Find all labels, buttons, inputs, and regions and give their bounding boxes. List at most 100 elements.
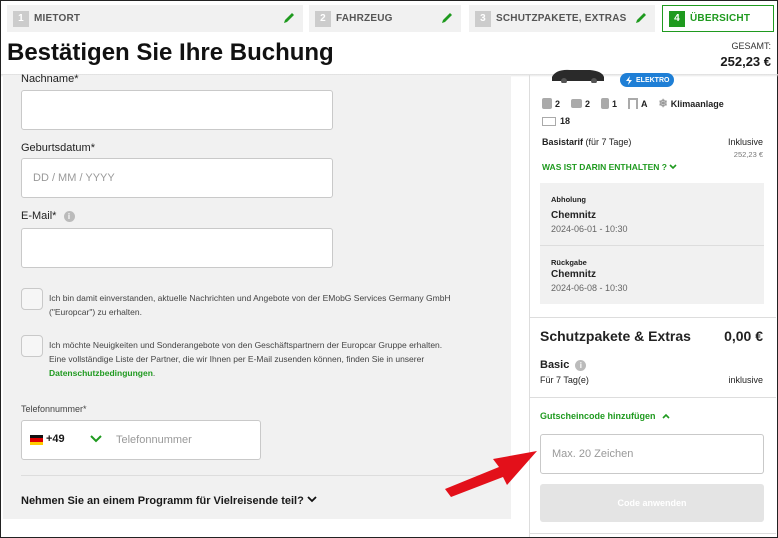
doors-row: 18 [542,116,570,126]
rental-locations-box: Abholung Chemnitz 2024-06-01 - 10:30 Rüc… [540,183,764,304]
consent-line: Eine vollständige Liste der Partner, die… [49,354,425,364]
loyalty-toggle[interactable]: Nehmen Sie an einem Programm für Vielrei… [21,495,317,507]
step-uebersicht[interactable]: 4 ÜBERSICHT [662,5,774,32]
page-title: Bestätigen Sie Ihre Buchung [7,39,334,66]
consent-line: Ich bin damit einverstanden, aktuelle Na… [49,293,451,303]
consent-line: Ich möchte Neuigkeiten und Sonderangebot… [49,340,443,350]
consent-line: ("Europcar") zu erhalten. [49,307,142,317]
door-icon [542,116,556,126]
lastname-label: Nachname* [21,73,79,85]
car-specs: 2 2 1 A ❄ Klimaanlage [542,97,724,110]
period: . [152,368,156,378]
lightning-icon [626,75,632,85]
divider [530,533,776,534]
chevron-up-icon [662,413,670,419]
pencil-icon[interactable] [281,10,297,26]
divider [540,245,764,246]
annotation-arrow-icon [445,451,537,497]
apply-code-button[interactable]: Code anwenden [540,484,764,522]
basic-label: Basic [540,359,570,371]
step-label: MIETORT [34,13,81,24]
germany-flag-icon [30,435,43,445]
pencil-icon[interactable] [439,10,455,26]
tariff-label: Basistarif [542,137,584,147]
basic-value: inklusive [728,375,763,385]
included-label: WAS IST DARIN ENTHALTEN ? [542,162,667,172]
tariff-value: Inklusive [727,137,763,147]
extras-value: 0,00 € [724,328,763,344]
transmission-value: A [641,98,648,109]
tariff-price: 252,23 € [733,150,763,159]
booking-summary: ELEKTRO 2 2 1 A ❄ Klimaanlage 18 Basistar… [529,69,776,537]
step-number: 2 [315,10,331,27]
voucher-placeholder: Max. 20 Zeichen [552,448,634,460]
form-panel: Nachname* Geburtsdatum* DD / MM / YYYY E… [3,73,511,519]
email-input[interactable] [21,228,333,268]
tariff-row: Basistarif (für 7 Tage) [542,137,631,147]
return-date: 2024-06-08 - 10:30 [551,283,628,293]
info-icon[interactable]: i [575,359,587,371]
step-label: FAHRZEUG [336,13,393,24]
email-label: E-Mail* [21,210,57,222]
loyalty-label: Nehmen Sie an einem Programm für Vielrei… [21,495,304,507]
ac-label: Klimaanlage [670,98,724,109]
return-city: Chemnitz [551,269,596,280]
step-fahrzeug[interactable]: 2 FAHRZEUG [309,5,461,32]
chevron-down-icon [669,164,677,170]
consent-partners-text: Ich möchte Neuigkeiten und Sonderangebot… [49,338,509,380]
step-number: 1 [13,10,29,27]
consent-europcar-text: Ich bin damit einverstanden, aktuelle Na… [49,291,509,319]
tariff-detail: (für 7 Tage) [585,137,632,147]
phone-placeholder[interactable]: Telefonnummer [116,434,192,446]
pickup-city: Chemnitz [551,210,596,221]
pickup-label: Abholung [551,195,586,204]
birthdate-placeholder: DD / MM / YYYY [33,172,115,184]
lastname-input[interactable] [21,90,333,130]
step-label: ÜBERSICHT [690,13,751,24]
included-link[interactable]: WAS IST DARIN ENTHALTEN ? [542,162,677,172]
country-code[interactable]: +49 [46,433,65,445]
page-frame: 1 MIETORT 2 FAHRZEUG 3 SCHUTZPAKETE, EXT… [0,0,778,538]
total-label: GESAMT: [731,41,771,51]
divider [530,317,776,318]
small-bags-value: 1 [612,98,618,109]
privacy-link[interactable]: Datenschutzbedingungen [49,368,153,378]
seats-value: 2 [555,98,561,109]
snowflake-icon: ❄ [658,98,668,110]
extras-title: Schutzpakete & Extras [540,328,691,344]
step-number: 4 [669,10,685,27]
birthdate-input[interactable]: DD / MM / YYYY [21,158,333,198]
doors-value: 18 [560,116,571,126]
pickup-date: 2024-06-01 - 10:30 [551,224,628,234]
step-mietort[interactable]: 1 MIETORT [7,5,303,32]
consent-partners-checkbox[interactable] [21,335,43,357]
step-schutzpakete[interactable]: 3 SCHUTZPAKETE, EXTRAS [469,5,655,32]
electro-label: ELEKTRO [636,76,670,84]
return-label: Rückgabe [551,258,587,267]
car-image [552,69,604,83]
suitcase-icon [571,99,583,108]
voucher-label: Gutscheincode hinzufügen [540,411,656,421]
voucher-input[interactable]: Max. 20 Zeichen [540,434,764,474]
divider [21,475,509,476]
consent-europcar-checkbox[interactable] [21,288,43,310]
phone-input-group: +49 Telefonnummer [21,420,261,460]
divider [530,397,776,398]
phone-label: Telefonnummer* [21,404,87,414]
birthdate-label: Geburtsdatum* [21,142,95,154]
email-label-wrap: E-Mail* i [21,210,75,222]
chevron-down-icon [307,496,317,503]
seat-icon [542,98,552,109]
chevron-down-icon[interactable] [90,434,102,444]
step-label: SCHUTZPAKETE, EXTRAS [496,13,627,24]
bags-value: 2 [585,98,591,109]
basic-detail: Für 7 Tag(e) [540,375,589,385]
gearbox-icon [628,98,639,109]
info-icon[interactable]: i [63,210,75,222]
basic-row: Basic i [540,359,587,371]
voucher-toggle[interactable]: Gutscheincode hinzufügen [540,411,670,421]
pencil-icon[interactable] [633,10,649,26]
bag-icon [601,98,610,109]
step-number: 3 [475,10,491,27]
electro-badge: ELEKTRO [620,73,675,87]
